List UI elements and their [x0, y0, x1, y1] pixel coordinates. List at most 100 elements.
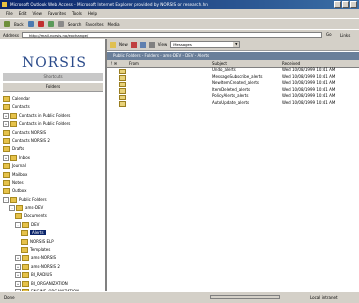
message-received: Wed 10/08/1999 10:41 AM — [282, 99, 336, 105]
expand-icon[interactable]: + — [15, 280, 21, 287]
folder-tree-item[interactable]: + Inbox — [3, 154, 105, 162]
status-bar: Done Local intranet — [0, 291, 359, 303]
folder-tree-item[interactable]: Notes — [3, 179, 105, 187]
collapse-icon[interactable]: - — [9, 205, 15, 212]
collapse-icon[interactable]: - — [15, 221, 21, 228]
expand-icon[interactable]: + — [15, 263, 21, 270]
view-label: View — [157, 42, 168, 47]
delete-icon[interactable] — [130, 41, 137, 48]
media-button[interactable]: Media — [108, 22, 120, 27]
folder-tree-item[interactable]: Contacts NORSIS 2 — [3, 137, 105, 145]
ie-icon — [2, 2, 7, 7]
col-from[interactable]: From — [129, 61, 139, 66]
address-label: Address — [3, 33, 19, 38]
stop-icon[interactable] — [37, 21, 44, 27]
folder-tree-item[interactable]: Drafts — [3, 145, 105, 153]
status-text: Done — [4, 295, 15, 300]
folder-tree-item[interactable]: Contacts NORSIS — [3, 129, 105, 137]
norsis-logo: NORSIS — [22, 55, 87, 71]
maximize-button[interactable] — [342, 1, 349, 8]
home-icon[interactable] — [57, 21, 64, 27]
expand-icon[interactable]: + — [3, 112, 9, 119]
new-icon[interactable] — [110, 41, 116, 48]
folder-tree-item[interactable]: Outbox — [3, 187, 105, 195]
folder-label: ams-NORSIS — [31, 255, 57, 261]
menu-tools[interactable]: Tools — [72, 9, 82, 18]
folder-tree-item[interactable]: + Contacts in Public Folders — [3, 120, 105, 128]
refresh-icon[interactable] — [47, 21, 54, 27]
message-row[interactable]: ItemDeleted_alerts Wed 10/08/1999 10:41 A… — [107, 87, 359, 94]
message-row[interactable]: AutoUpdate_alerts Wed 10/08/1999 10:41 AM — [107, 100, 359, 107]
folder-label: Contacts — [12, 104, 30, 110]
message-list: Undo_alerts Wed 10/08/1999 10:41 AM Messag… — [107, 67, 359, 107]
back-button[interactable]: Back — [14, 22, 24, 27]
folder-tree-item[interactable]: NORSIS ELP — [3, 238, 105, 246]
folder-tree-item[interactable]: Calendar — [3, 95, 105, 103]
menu-edit[interactable]: Edit — [19, 9, 27, 18]
folder-label: Mailbox — [12, 171, 28, 177]
expand-icon[interactable]: + — [3, 121, 9, 128]
address-url: http://mail.norsis.no/exchange/ — [29, 33, 89, 38]
links-button[interactable]: Links — [340, 33, 350, 38]
folder-icon — [22, 221, 29, 228]
expand-icon[interactable]: + — [3, 154, 9, 161]
col-subject[interactable]: Subject — [212, 61, 227, 66]
folder-tree-item[interactable]: Journal — [3, 162, 105, 170]
folder-tree-item[interactable]: - DEV — [3, 221, 105, 229]
message-subject: Undo_alerts — [212, 67, 236, 72]
message-row[interactable]: NewItemCreated_alerts Wed 10/08/1999 10:4… — [107, 80, 359, 88]
menu-favorites[interactable]: Favorites — [48, 9, 66, 18]
message-row[interactable]: Undo_alerts Wed 10/08/1999 10:41 AM — [107, 67, 359, 74]
folder-tree-item[interactable]: Documents — [3, 212, 105, 220]
folder-tree-item[interactable]: - Public Folders — [3, 196, 105, 204]
folder-label: Alerts — [30, 230, 46, 236]
collapse-icon[interactable]: - — [3, 196, 9, 203]
menu-help[interactable]: Help — [88, 9, 97, 18]
folder-tree-item[interactable]: + Contacts in Public Folders — [3, 112, 105, 120]
envelope-icon — [119, 101, 126, 107]
folder-tree-item[interactable]: + BI_ORGANIZATION — [3, 280, 105, 288]
forward-icon[interactable] — [27, 21, 34, 27]
find-icon[interactable] — [148, 41, 155, 48]
expand-icon[interactable]: + — [15, 272, 21, 279]
folder-icon — [3, 96, 10, 102]
shortcuts-bar[interactable]: Shortcuts — [3, 73, 103, 81]
folder-icon — [3, 104, 10, 111]
folder-icon — [15, 213, 22, 220]
move-icon[interactable] — [139, 41, 146, 48]
folder-tree-item[interactable]: Templates — [3, 246, 105, 254]
back-icon[interactable] — [4, 21, 10, 27]
folder-label: BI_ORGANIZATION — [31, 280, 68, 286]
folder-label: Notes — [12, 179, 24, 185]
folder-icon — [3, 129, 10, 136]
folder-icon — [10, 121, 17, 128]
message-row[interactable]: PolicyAlerts_alerts Wed 10/08/1999 10:41 … — [107, 93, 359, 101]
view-select[interactable]: Messages ▼ — [170, 41, 241, 48]
go-button[interactable]: Go — [326, 32, 332, 37]
expand-icon[interactable]: + — [15, 255, 21, 262]
folder-tree-item[interactable]: + BI_RADIUS — [3, 271, 105, 279]
folder-icon — [3, 163, 10, 170]
menu-view[interactable]: View — [32, 9, 42, 18]
message-row[interactable]: MessageSubscribe_alerts Wed 10/08/1999 10… — [107, 74, 359, 81]
folder-tree-item[interactable]: Contacts — [3, 103, 105, 111]
col-icons[interactable]: ! ✉ — [111, 61, 117, 66]
folder-tree-item[interactable]: - ams-DEV — [3, 204, 105, 212]
chevron-down-icon[interactable]: ▼ — [233, 42, 240, 47]
message-received: Wed 10/08/1999 10:41 AM — [282, 93, 336, 99]
new-button[interactable]: New — [119, 42, 128, 47]
folder-tree-item[interactable]: + ams-NORSIS — [3, 254, 105, 262]
folder-tree-item[interactable]: Alerts — [3, 229, 105, 237]
folder-icon — [3, 179, 10, 186]
minimize-button[interactable] — [334, 1, 341, 8]
menu-file[interactable]: File — [6, 9, 13, 18]
navigation-pane: NORSIS Shortcuts Folders Calendar Contact… — [0, 39, 107, 291]
folder-tree-item[interactable]: Mailbox — [3, 171, 105, 179]
close-button[interactable] — [350, 1, 357, 8]
folder-tree: Calendar Contacts + Contacts in Public Fold… — [3, 95, 105, 291]
search-button[interactable]: Search — [68, 22, 82, 27]
col-received[interactable]: Received — [282, 61, 300, 66]
address-input[interactable]: http://mail.norsis.no/exchange/ — [22, 32, 322, 38]
favorites-button[interactable]: Favorites — [85, 22, 103, 27]
folder-tree-item[interactable]: + ams-NORSIS 2 — [3, 263, 105, 271]
